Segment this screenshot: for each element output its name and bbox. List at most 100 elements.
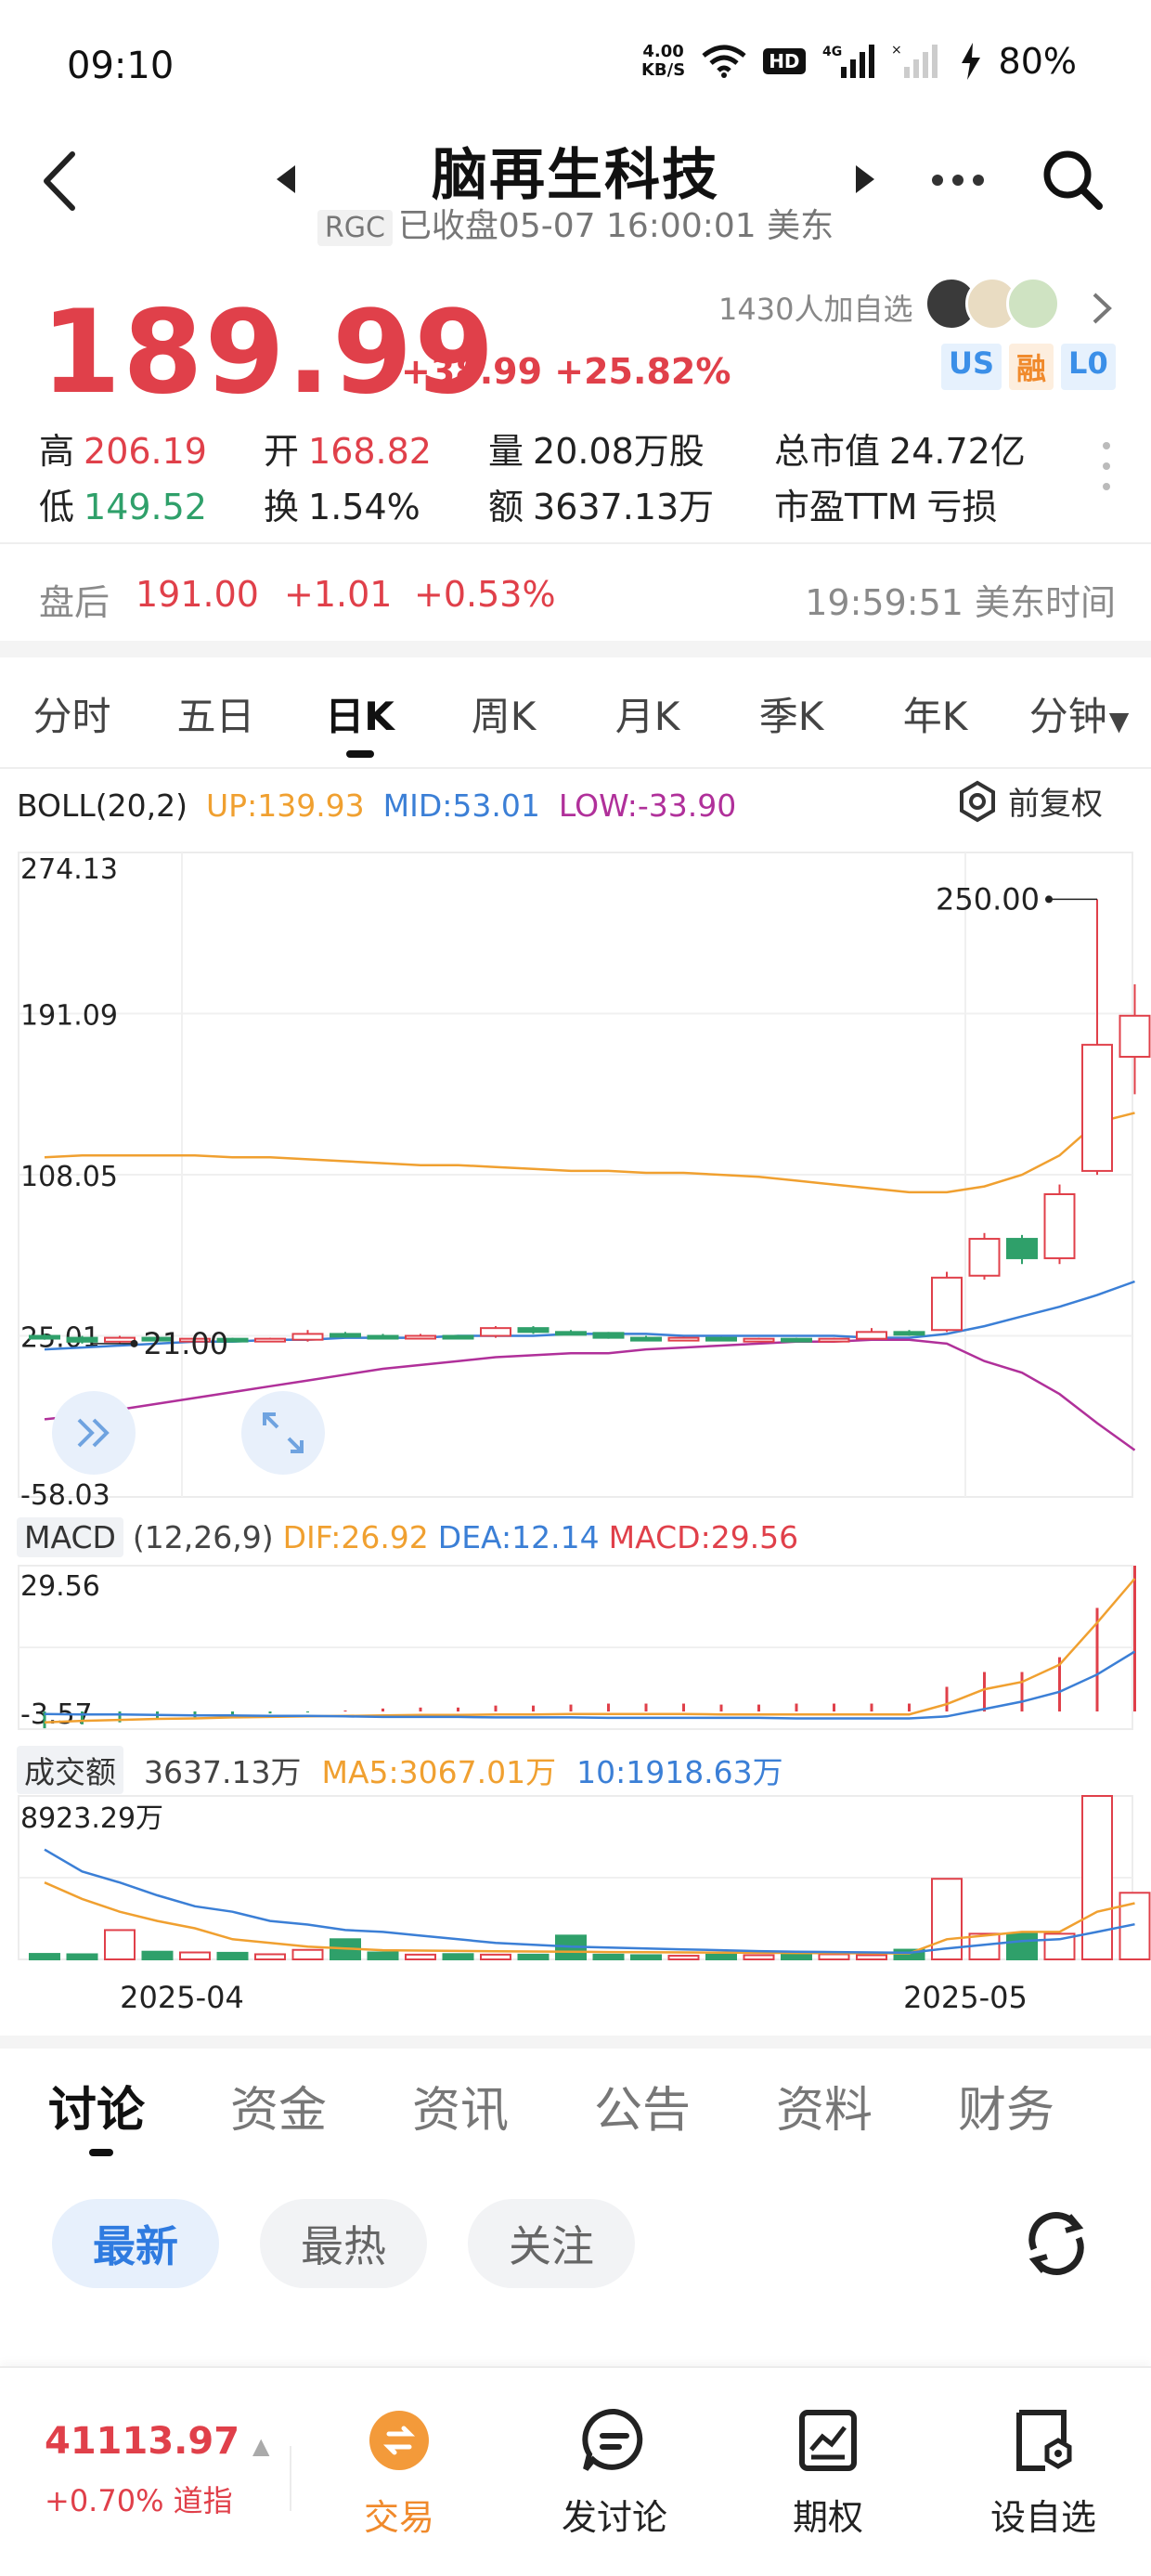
- follower-avatars[interactable]: [925, 277, 1060, 331]
- triangle-up-icon: ▲: [252, 2433, 270, 2459]
- nav-watchlist-settings[interactable]: 设自选: [960, 2403, 1127, 2540]
- volume-ma5: MA5:3067.01万: [321, 1754, 557, 1790]
- macd-dea-line: [44, 1650, 1136, 1720]
- nav-options[interactable]: 期权: [744, 2403, 912, 2540]
- macd-dif-line: [44, 1578, 1136, 1724]
- macd-legend: MACD (12,26,9) DIF:26.92 DEA:12.14 MACD:…: [17, 1517, 798, 1557]
- kline-chart[interactable]: 274.13191.09108.0525.01-58.03250.0021.00…: [0, 817, 1151, 2024]
- expand-icon: [263, 1412, 304, 1453]
- quote-stats: 高 206.19 开 168.82 量 20.08万股 总市值 24.72亿 低 149.…: [39, 430, 1026, 527]
- candle-body: [1119, 1014, 1151, 1059]
- volume-axis-tick: 8923.29万: [20, 1802, 163, 1835]
- min-price-label: 21.00: [144, 1326, 229, 1361]
- tab-quarterly-k[interactable]: 季K: [719, 685, 863, 742]
- nav-trade[interactable]: 交易: [316, 2403, 483, 2540]
- next-stock-icon[interactable]: [854, 163, 876, 195]
- max-price-label: 250.00: [936, 881, 1040, 917]
- tab-news[interactable]: 资讯: [412, 2071, 594, 2140]
- macd-axis-tick: 29.56: [20, 1570, 100, 1603]
- candle-body: [893, 1331, 925, 1336]
- tab-capital[interactable]: 资金: [230, 2071, 412, 2140]
- watchlist-count[interactable]: 1430人加自选: [718, 286, 912, 329]
- dow-index-change: +0.70% 道指: [45, 2483, 233, 2518]
- candle-body: [818, 1337, 850, 1343]
- macd-name[interactable]: MACD: [17, 1517, 123, 1557]
- volume-bar: [856, 1954, 887, 1961]
- candle-body: [1006, 1238, 1038, 1259]
- after-hours-price: 191.00: [136, 574, 259, 615]
- fullscreen-button[interactable]: [241, 1391, 325, 1475]
- market-badges: US 融 L0: [941, 344, 1116, 390]
- tab-monthly-k[interactable]: 月K: [576, 685, 719, 742]
- expand-stats-icon[interactable]: [1103, 442, 1110, 490]
- candle-body: [1081, 1044, 1113, 1172]
- tab-weekly-k[interactable]: 周K: [432, 685, 576, 742]
- tab-intraday[interactable]: 分时: [0, 685, 144, 742]
- after-hours-row: 盘后 191.00 +1.01 +0.53% 19:59:51 美东时间: [39, 574, 1116, 625]
- candle-body: [1043, 1192, 1076, 1259]
- volume-bar: [781, 1953, 812, 1960]
- volume-bar: [517, 1953, 550, 1960]
- tab-profile[interactable]: 资料: [776, 2071, 958, 2140]
- candle-body: [330, 1333, 361, 1338]
- tab-minute[interactable]: 分钟▼: [1007, 685, 1151, 742]
- battery-level: 80%: [998, 41, 1077, 82]
- volume-name[interactable]: 成交额: [17, 1746, 123, 1794]
- volume-bar: [743, 1954, 775, 1961]
- wifi-icon: [702, 45, 746, 78]
- candle-body: [592, 1332, 625, 1339]
- volume-bar: [104, 1929, 136, 1961]
- scroll-forward-button[interactable]: [52, 1391, 136, 1475]
- tab-announcements[interactable]: 公告: [594, 2071, 776, 2140]
- chevron-right-icon[interactable]: [1090, 290, 1114, 327]
- after-hours-label: 盘后: [39, 582, 110, 623]
- refresh-icon[interactable]: [1021, 2208, 1092, 2279]
- svg-text:×: ×: [891, 43, 902, 58]
- candle-body: [367, 1334, 399, 1340]
- candle-body: [931, 1276, 963, 1332]
- search-icon[interactable]: [1040, 147, 1105, 212]
- after-hours-change: +1.01: [284, 574, 393, 615]
- caret-down-icon: ▼: [1108, 706, 1130, 736]
- status-time: 09:10: [67, 45, 175, 87]
- macd-value: MACD:29.56: [608, 1519, 799, 1555]
- section-separator: [0, 2036, 1151, 2049]
- sort-hottest[interactable]: 最热: [260, 2199, 427, 2288]
- candle-body: [630, 1336, 662, 1342]
- ticker-badge: RGC: [317, 210, 393, 246]
- trade-icon: [369, 2411, 429, 2470]
- amount-value: 3637.13万: [533, 486, 715, 527]
- sort-following[interactable]: 关注: [468, 2199, 635, 2288]
- sort-pills: 最新 最热 关注: [52, 2199, 635, 2288]
- tab-5day[interactable]: 五日: [144, 685, 288, 742]
- nav-post[interactable]: 发讨论: [531, 2403, 698, 2540]
- volume-bar: [179, 1951, 211, 1961]
- period-tabs: 分时 五日 日K 周K 月K 季K 年K 分钟▼: [0, 685, 1151, 758]
- macd-dif: DIF:26.92: [282, 1519, 429, 1555]
- tab-daily-k[interactable]: 日K: [288, 685, 432, 758]
- volume-bar: [1006, 1932, 1038, 1961]
- candle-body: [29, 1334, 60, 1340]
- candle-body: [705, 1336, 737, 1342]
- dow-index-value[interactable]: 41113.97 ▲: [45, 2420, 269, 2463]
- volume-bar: [66, 1953, 98, 1960]
- volume-bar: [592, 1953, 625, 1960]
- sort-latest[interactable]: 最新: [52, 2199, 219, 2288]
- more-icon[interactable]: [932, 175, 984, 186]
- tab-yearly-k[interactable]: 年K: [863, 685, 1007, 742]
- pe-value: 亏损: [926, 486, 998, 527]
- tab-financials[interactable]: 财务: [958, 2071, 1140, 2140]
- volume-bar: [818, 1953, 850, 1960]
- settings-hex-icon: [960, 780, 995, 822]
- tab-discussion[interactable]: 讨论: [48, 2071, 230, 2156]
- volume-bar: [141, 1950, 174, 1961]
- signal-empty-icon: ×: [891, 43, 938, 78]
- volume-bar: [705, 1953, 737, 1960]
- volume-bar: [442, 1953, 474, 1960]
- candle-body: [254, 1337, 286, 1343]
- volume-bar: [630, 1954, 662, 1961]
- open-value: 168.82: [308, 430, 432, 472]
- candle-body: [291, 1333, 324, 1341]
- candle-body: [66, 1336, 98, 1343]
- divider: [0, 767, 1151, 769]
